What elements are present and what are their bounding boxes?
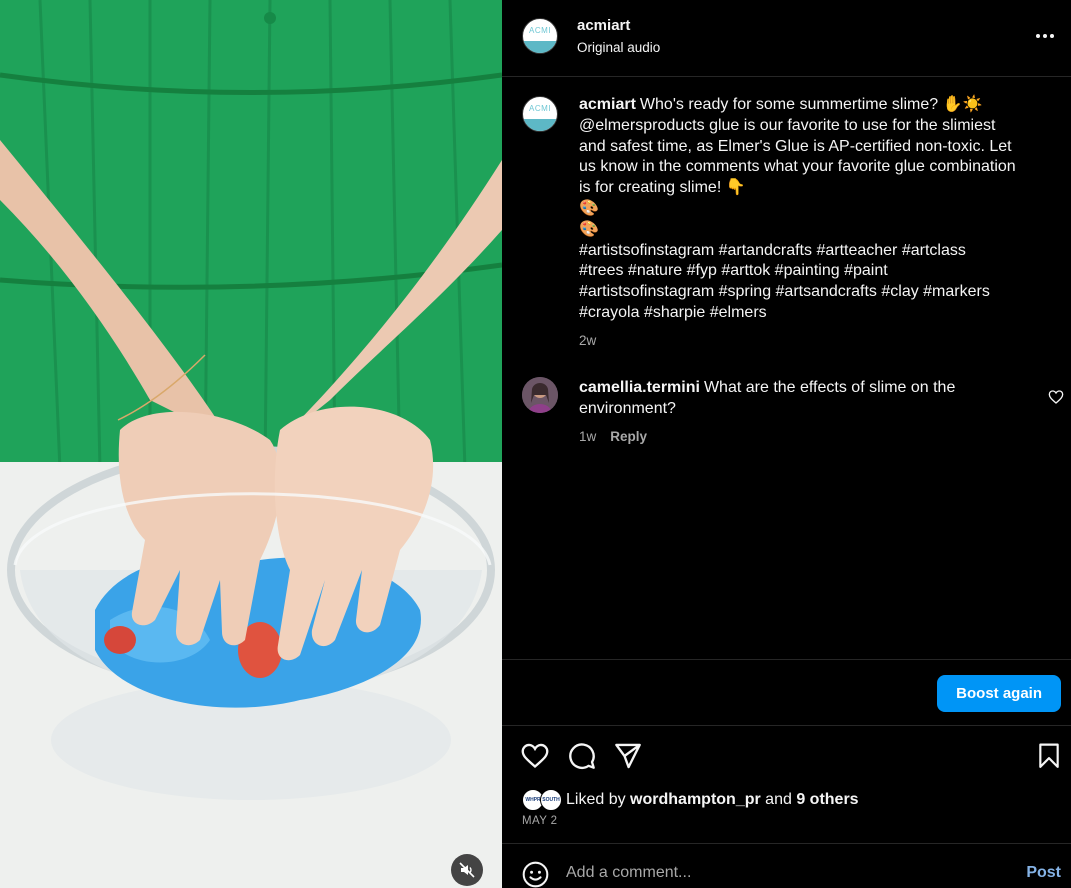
bookmark-icon: [1039, 743, 1059, 768]
mute-toggle-button[interactable]: [451, 854, 483, 886]
post-details-panel: ACMI acmiart Original audio ACMI acmiart…: [502, 0, 1071, 888]
add-comment-bar: Post: [502, 843, 1071, 888]
comment-heart-icon[interactable]: [1048, 389, 1064, 405]
hashtag-line[interactable]: #trees #nature #fyp #arttok #painting #p…: [579, 261, 1049, 282]
likes-summary: WHPR SOUTH Liked by wordhampton_pr and 9…: [522, 789, 859, 811]
hashtag-line[interactable]: #crayola #sharpie #elmers: [579, 303, 1049, 324]
hashtag-line[interactable]: #artistsofinstagram #spring #artsandcraf…: [579, 282, 1049, 303]
boost-row: Boost again: [502, 659, 1071, 726]
save-button[interactable]: [1034, 740, 1064, 772]
comment-text: camellia.termini What are the effects of …: [579, 378, 999, 420]
post-actions: [502, 740, 1071, 772]
caption-username[interactable]: acmiart: [579, 96, 636, 113]
avatar-logo-text: ACMI: [529, 26, 551, 35]
caption-line: and safest time, as Elmer's Glue is AP-c…: [579, 137, 1012, 155]
liker-avatars[interactable]: WHPR SOUTH: [522, 789, 564, 811]
hashtag-line[interactable]: #artistsofinstagram #artandcrafts #artte…: [579, 241, 1049, 262]
caption-line: is for creating slime! 👇: [579, 179, 746, 197]
liked-by-user[interactable]: wordhampton_pr: [630, 791, 761, 809]
comment-button[interactable]: [567, 740, 597, 772]
video-frame: [0, 0, 502, 888]
caption-author-avatar[interactable]: ACMI: [522, 96, 558, 132]
paper-plane-icon: [615, 743, 641, 769]
caption-line: Who's ready for some summertime slime? ✋…: [639, 96, 983, 113]
comment-line: environment?: [579, 399, 676, 417]
commenter-username[interactable]: camellia.termini: [579, 379, 700, 396]
audio-label[interactable]: Original audio: [577, 40, 660, 55]
post-header: ACMI acmiart Original audio: [502, 0, 1071, 77]
liked-by-and: and: [765, 791, 792, 808]
like-button[interactable]: [520, 740, 550, 772]
heart-icon: [521, 743, 549, 769]
boost-again-button[interactable]: Boost again: [937, 675, 1061, 712]
post-video[interactable]: [0, 0, 502, 888]
caption-line: 🎨: [579, 199, 599, 217]
caption-line: @elmersproducts glue is our favorite to …: [579, 116, 996, 134]
caption-text: acmiart Who's ready for some summertime s…: [579, 95, 1049, 324]
caption-line: us know in the comments what your favori…: [579, 158, 1016, 176]
comment-input[interactable]: [566, 864, 1006, 882]
author-username[interactable]: acmiart: [577, 17, 630, 34]
reply-button[interactable]: Reply: [610, 429, 647, 444]
post-date[interactable]: MAY 2: [522, 815, 557, 827]
muted-speaker-icon: [459, 862, 475, 878]
post-comment-button[interactable]: Post: [1026, 864, 1061, 882]
caption-line: 🎨: [579, 220, 599, 238]
share-button[interactable]: [613, 740, 643, 772]
liker-avatar: SOUTH: [540, 789, 562, 811]
comment-timestamp[interactable]: 1w: [579, 429, 596, 444]
caption-timestamp[interactable]: 2w: [579, 333, 596, 348]
speech-bubble-icon: [569, 743, 595, 769]
comment-meta: 1w Reply: [579, 429, 647, 444]
liked-by-prefix: Liked by: [566, 791, 626, 808]
more-horizontal-icon: [1036, 34, 1054, 38]
commenter-avatar[interactable]: [522, 377, 558, 413]
more-options-button[interactable]: [1033, 24, 1057, 48]
author-avatar[interactable]: ACMI: [522, 18, 558, 54]
comment-line: What are the effects of slime on the: [703, 379, 956, 396]
liked-by-others[interactable]: 9 others: [796, 791, 858, 809]
smiley-icon[interactable]: [522, 861, 549, 888]
